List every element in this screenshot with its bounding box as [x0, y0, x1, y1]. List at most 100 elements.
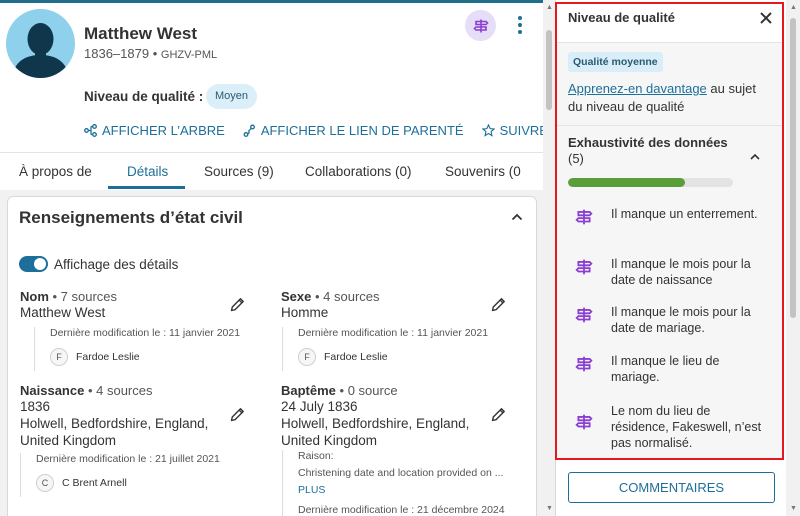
tab-memories[interactable]: Souvenirs (0 [445, 164, 521, 179]
contributor-avatar: F [50, 348, 68, 366]
last-modified: Dernière modification le : 21 juillet 20… [36, 453, 220, 465]
baptism-date: 24 July 1836 [281, 399, 358, 414]
hint-item[interactable]: Il manque le mois pour la date de naissa… [575, 256, 770, 288]
research-hint-icon [472, 19, 489, 32]
hint-item[interactable]: Il manque le mois pour la date de mariag… [575, 304, 770, 336]
hint-text: Il manque le mois pour la date de naissa… [611, 257, 751, 287]
hint-item[interactable]: Le nom du lieu de résidence, Fakeswell, … [575, 403, 770, 451]
field-sources[interactable]: • 4 sources [315, 289, 380, 304]
scrollbar-thumb[interactable] [790, 18, 796, 318]
scroll-up-arrow[interactable]: ▲ [790, 4, 797, 11]
view-tree-label: AFFICHER L’ARBRE [102, 123, 225, 138]
pencil-icon[interactable] [229, 296, 246, 313]
avatar[interactable] [6, 9, 75, 78]
completeness-progress-bar [568, 178, 733, 187]
more-vertical-icon [518, 15, 522, 20]
name-field: Nom • 7 sources Matthew West [20, 289, 117, 321]
quality-level-badge: Qualité moyenne [568, 52, 663, 72]
progress-fill [568, 178, 686, 187]
quality-badge[interactable]: Moyen [206, 84, 258, 109]
field-label: Baptême [281, 383, 336, 398]
tab-sources[interactable]: Sources (9) [204, 164, 274, 179]
panel-scrollbar[interactable]: ▲ ▼ [786, 0, 800, 516]
hint-text: Il manque un enterrement. [611, 207, 758, 221]
field-sources[interactable]: • 4 sources [88, 383, 153, 398]
contributor-name: Fardoe Leslie [324, 351, 388, 363]
separator-dot: • [152, 46, 158, 61]
last-modified: Dernière modification le : 11 janvier 20… [298, 327, 489, 339]
contributor[interactable]: C C Brent Arnell [36, 474, 220, 492]
vitals-title: Renseignements d’état civil [19, 208, 243, 227]
app-root: Matthew West 1836–1879 • GHZV-PML Niveau… [0, 0, 800, 516]
view-relationship-link[interactable]: AFFICHER LE LIEN DE PARENTÉ [243, 123, 464, 138]
active-tab-indicator [108, 186, 185, 189]
hint-item[interactable]: Il manque le lieu de mariage. [575, 353, 770, 385]
details-toggle[interactable] [19, 256, 48, 272]
star-icon [481, 124, 495, 137]
person-silhouette-icon [12, 23, 69, 78]
learn-more-link[interactable]: Apprenez-en davantage [568, 81, 707, 96]
person-id: GHZV-PML [160, 49, 218, 61]
close-icon[interactable] [757, 9, 775, 27]
last-modified: Dernière modification le : 21 décembre 2… [298, 504, 505, 516]
follow-label: SUIVRE [499, 123, 543, 138]
completeness-count: (5) [568, 151, 584, 166]
birth-meta: Dernière modification le : 21 juillet 20… [20, 453, 220, 497]
sex-value: Homme [281, 305, 329, 320]
quality-label: Niveau de qualité : [84, 89, 204, 104]
chevron-up-icon[interactable] [510, 210, 524, 224]
baptism-place-line2: United Kingdom [281, 433, 378, 448]
more-link[interactable]: PLUS [298, 484, 505, 496]
sex-field: Sexe • 4 sources Homme [281, 289, 380, 321]
pencil-icon[interactable] [490, 296, 507, 313]
reason-text: Christening date and location provided o… [298, 467, 504, 479]
contributor[interactable]: F Fardoe Leslie [50, 348, 240, 366]
tab-bar: À propos de Détails Sources (9) Collabor… [0, 152, 543, 190]
page-scrollbar[interactable]: ▲ ▼ [543, 0, 555, 516]
research-hint-icon [575, 209, 593, 225]
reason-label: Raison: [298, 450, 334, 462]
research-hint-icon [575, 414, 593, 430]
hint-item[interactable]: Il manque un enterrement. [575, 206, 770, 226]
birth-field: Naissance • 4 sources 1836 Holwell, Bedf… [20, 383, 208, 449]
sex-meta: Dernière modification le : 11 janvier 20… [282, 327, 488, 371]
person-lifespan: 1836–1879 • GHZV-PML [84, 46, 217, 61]
baptism-field: Baptême • 0 source 24 July 1836 Holwell,… [281, 383, 469, 449]
field-sources[interactable]: • 7 sources [53, 289, 118, 304]
birth-place-line1: Holwell, Bedfordshire, England, [20, 416, 209, 431]
scrollbar-thumb[interactable] [546, 30, 552, 110]
pencil-icon[interactable] [229, 406, 246, 423]
field-label: Sexe [281, 289, 312, 304]
relationship-icon [243, 124, 255, 137]
field-sources[interactable]: • 0 source [340, 383, 398, 398]
tab-about[interactable]: À propos de [19, 164, 92, 179]
view-relationship-label: AFFICHER LE LIEN DE PARENTÉ [260, 123, 464, 138]
chevron-up-icon[interactable] [749, 151, 761, 163]
last-modified: Dernière modification le : 11 janvier 20… [50, 327, 241, 339]
follow-link[interactable]: SUIVRE [481, 123, 543, 138]
top-accent-line [0, 0, 543, 3]
research-hint-icon [575, 307, 593, 323]
contributor-avatar: C [36, 474, 54, 492]
birth-date: 1836 [20, 399, 51, 414]
quality-panel-title: Niveau de qualité [568, 10, 675, 25]
tab-details[interactable]: Détails [127, 164, 168, 179]
research-hints-button[interactable] [465, 10, 496, 41]
baptism-meta: Raison: Christening date and location pr… [282, 450, 505, 516]
research-hint-icon [575, 259, 593, 275]
baptism-place-line1: Holwell, Bedfordshire, England, [281, 416, 470, 431]
pencil-icon[interactable] [490, 406, 507, 423]
details-toggle-label: Affichage des détails [54, 257, 179, 272]
contributor[interactable]: F Fardoe Leslie [298, 348, 488, 366]
hint-text: Il manque le mois pour la date de mariag… [611, 305, 751, 335]
more-options-button[interactable] [512, 14, 528, 36]
scroll-down-arrow[interactable]: ▼ [546, 505, 553, 512]
field-label: Naissance [20, 383, 85, 398]
tab-collaborations[interactable]: Collaborations (0) [305, 164, 412, 179]
tree-icon [84, 124, 97, 137]
contributor-avatar: F [298, 348, 316, 366]
view-tree-link[interactable]: AFFICHER L’ARBRE [84, 123, 225, 138]
scroll-up-arrow[interactable]: ▲ [546, 4, 553, 11]
scroll-down-arrow[interactable]: ▼ [790, 505, 797, 512]
comments-button[interactable]: COMMENTAIRES [568, 472, 775, 503]
